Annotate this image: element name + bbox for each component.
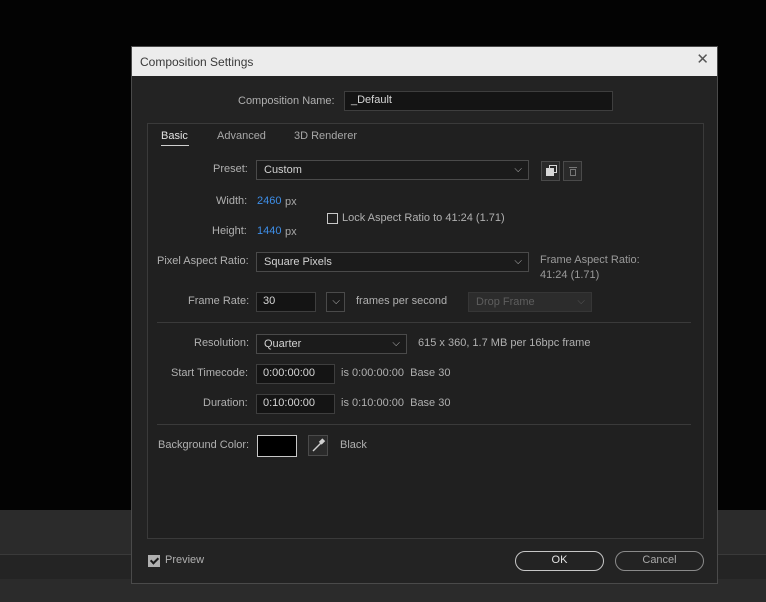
start-timecode-label: Start Timecode: [171,367,249,379]
lock-aspect-label: Lock Aspect Ratio to 41:24 (1.71) [342,212,505,224]
dialog-titlebar[interactable]: Composition Settings ✕ [132,47,717,76]
chevron-down-icon: ⌵ [514,164,522,175]
preview-label: Preview [165,554,205,566]
composition-name-input[interactable]: _Default [344,91,613,111]
frame-rate-unit: frames per second [356,295,448,307]
duration-label: Duration: [203,397,248,409]
pixel-aspect-value: Square Pixels [264,256,332,268]
height-value[interactable]: 1440 [257,225,281,237]
chevron-down-icon: ⌵ [392,338,400,349]
background-color-label: Background Color: [158,439,250,451]
frame-aspect-value: 41:24 (1.71) [540,269,600,281]
start-timecode-input[interactable]: 0:00:00:00 [256,364,335,384]
composition-name-label: Composition Name: [238,95,335,107]
close-icon[interactable]: ✕ [696,52,709,68]
resolution-value: Quarter [264,338,302,350]
background-color-swatch[interactable] [257,435,297,457]
ok-button[interactable]: OK [515,551,604,571]
tab-advanced[interactable]: Advanced [217,130,266,142]
tab-3d-renderer[interactable]: 3D Renderer [294,130,357,142]
preview-checkbox[interactable] [148,555,160,567]
chevron-down-icon: ⌵ [577,296,585,307]
resolution-label: Resolution: [194,337,250,349]
save-preset-icon[interactable] [541,161,560,181]
duration-input[interactable]: 0:10:00:00 [256,394,335,414]
height-label: Height: [212,225,247,237]
trash-icon[interactable] [563,161,582,181]
pixel-aspect-dropdown[interactable]: Square Pixels ⌵ [256,252,529,272]
composition-settings-dialog: Composition Settings ✕ Composition Name:… [131,46,718,584]
preset-dropdown[interactable]: Custom ⌵ [256,160,529,180]
eyedropper-icon[interactable] [308,435,328,456]
separator [157,424,691,425]
preset-label: Preset: [213,163,248,175]
settings-panel [147,123,704,539]
lock-aspect-checkbox[interactable] [327,213,338,224]
resolution-dropdown[interactable]: Quarter ⌵ [256,334,407,354]
preset-value: Custom [264,164,302,176]
frame-rate-label: Frame Rate: [188,295,250,307]
frame-rate-input[interactable]: 30 [256,292,316,312]
separator [157,322,691,323]
chevron-down-icon: ⌵ [514,256,522,267]
active-tab-indicator [161,145,189,146]
width-unit: px [285,196,297,208]
duration-info: is 0:10:00:00 Base 30 [341,397,451,409]
start-timecode-info: is 0:00:00:00 Base 30 [341,367,451,379]
cancel-button[interactable]: Cancel [615,551,704,571]
frame-aspect-label: Frame Aspect Ratio: [540,254,640,266]
drop-frame-value: Drop Frame [476,296,535,308]
pixel-aspect-label: Pixel Aspect Ratio: [157,255,249,267]
height-unit: px [285,226,297,238]
background-color-name: Black [340,439,367,451]
dialog-title: Composition Settings [140,55,254,69]
tab-basic[interactable]: Basic [161,130,188,142]
width-label: Width: [216,195,248,207]
width-value[interactable]: 2460 [257,195,281,207]
resolution-info: 615 x 360, 1.7 MB per 16bpc frame [418,337,591,349]
frame-rate-menu-button[interactable]: ⌵ [326,292,345,312]
drop-frame-dropdown: Drop Frame ⌵ [468,292,592,312]
chevron-down-icon: ⌵ [332,296,340,307]
